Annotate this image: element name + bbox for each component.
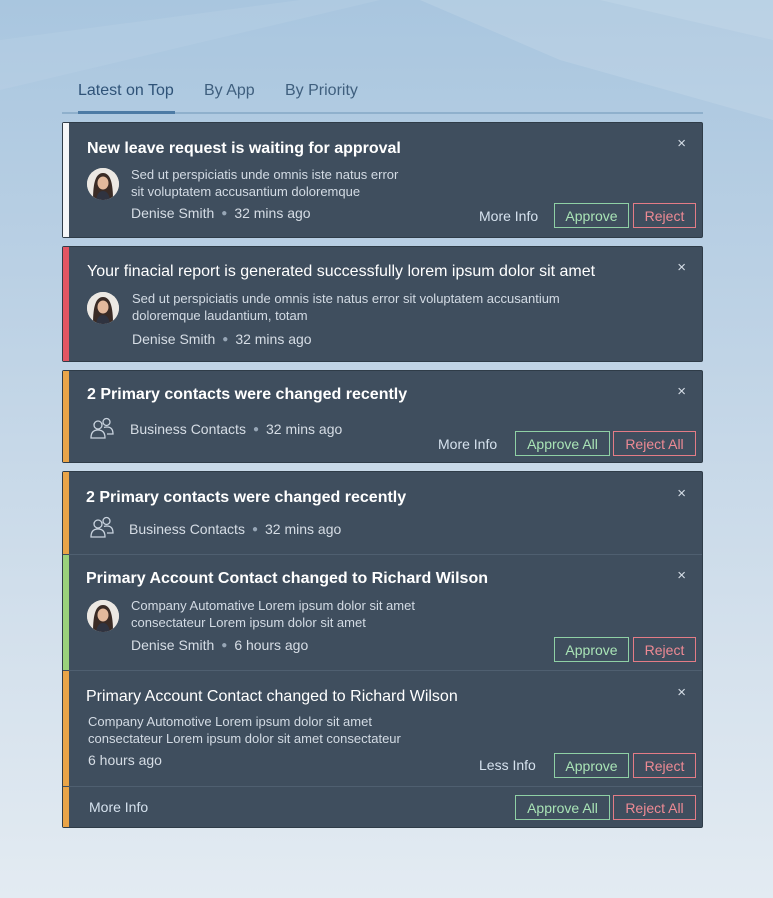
priority-stripe: [63, 671, 69, 786]
reject-button[interactable]: Reject: [633, 637, 696, 662]
author-name: Denise Smith: [132, 331, 216, 347]
more-info-link[interactable]: More Info: [438, 436, 497, 452]
timestamp: 32 mins ago: [234, 205, 311, 221]
approve-button[interactable]: Approve: [554, 637, 629, 662]
avatar: [87, 292, 119, 324]
reject-all-button[interactable]: Reject All: [613, 795, 696, 820]
priority-stripe: [63, 472, 69, 554]
group-item-contact-change[interactable]: Primary Account Contact changed to Richa…: [63, 555, 702, 670]
priority-stripe: [63, 787, 69, 827]
source-app: Business Contacts: [129, 521, 245, 537]
notification-meta: Denise Smith ● 32 mins ago: [131, 205, 311, 221]
priority-stripe: [63, 123, 69, 237]
close-icon[interactable]: ×: [677, 486, 686, 501]
approve-button[interactable]: Approve: [554, 753, 629, 778]
notification-card-financial-report[interactable]: Your finacial report is generated succes…: [62, 246, 703, 362]
priority-stripe: [63, 371, 69, 462]
close-icon[interactable]: ×: [677, 685, 686, 700]
approve-all-button[interactable]: Approve All: [515, 795, 610, 820]
reject-button[interactable]: Reject: [633, 753, 696, 778]
priority-stripe: [63, 555, 69, 670]
timestamp: 32 mins ago: [235, 331, 312, 347]
timestamp: 6 hours ago: [88, 752, 162, 768]
timestamp: 32 mins ago: [265, 521, 342, 537]
more-info-link[interactable]: More Info: [479, 208, 538, 224]
group-footer: More Info Approve All Reject All: [63, 787, 702, 827]
author-name: Denise Smith: [131, 637, 215, 653]
group-header[interactable]: 2 Primary contacts were changed recently…: [63, 472, 702, 554]
reject-button[interactable]: Reject: [633, 203, 696, 228]
avatar: [87, 168, 119, 200]
notification-title: Your finacial report is generated succes…: [87, 263, 596, 280]
people-icon: [90, 516, 114, 538]
notification-card-leave-request[interactable]: New leave request is waiting for approva…: [62, 122, 703, 238]
notification-card-contacts-changed[interactable]: 2 Primary contacts were changed recently…: [62, 370, 703, 463]
timestamp: 32 mins ago: [266, 421, 343, 437]
more-info-link[interactable]: More Info: [89, 799, 148, 815]
close-icon[interactable]: ×: [677, 568, 686, 583]
group-meta: Business Contacts ● 32 mins ago: [129, 521, 342, 537]
notification-title: New leave request is waiting for approva…: [87, 140, 401, 157]
priority-stripe: [63, 247, 69, 361]
people-icon: [90, 417, 114, 439]
less-info-link[interactable]: Less Info: [479, 757, 536, 773]
tab-by-app[interactable]: By App: [204, 82, 255, 100]
tab-latest-on-top[interactable]: Latest on Top: [78, 82, 174, 100]
notification-description: Sed ut perspiciatis unde omnis iste natu…: [132, 291, 560, 323]
tab-bar: Latest on Top By App By Priority: [62, 76, 703, 114]
notification-meta: Business Contacts ● 32 mins ago: [130, 421, 343, 437]
notification-description: Company Automotive Lorem ipsum dolor sit…: [88, 714, 401, 746]
close-icon[interactable]: ×: [677, 136, 686, 151]
group-item-contact-change-expanded[interactable]: Primary Account Contact changed to Richa…: [63, 671, 702, 786]
approve-all-button[interactable]: Approve All: [515, 431, 610, 456]
source-app: Business Contacts: [130, 421, 246, 437]
approve-button[interactable]: Approve: [554, 203, 629, 228]
tab-by-priority[interactable]: By Priority: [285, 82, 358, 100]
notification-title: Primary Account Contact changed to Richa…: [86, 570, 488, 587]
group-title: 2 Primary contacts were changed recently: [86, 489, 407, 506]
notification-title: Primary Account Contact changed to Richa…: [86, 688, 458, 705]
active-tab-indicator: [78, 111, 175, 114]
close-icon[interactable]: ×: [677, 260, 686, 275]
notification-description: Sed ut perspiciatis unde omnis iste natu…: [131, 167, 399, 199]
notification-group-contacts: 2 Primary contacts were changed recently…: [62, 471, 703, 828]
notification-title: 2 Primary contacts were changed recently: [87, 386, 408, 403]
notification-meta: Denise Smith ● 6 hours ago: [131, 637, 309, 653]
notification-meta: Denise Smith ● 32 mins ago: [132, 331, 312, 347]
author-name: Denise Smith: [131, 205, 215, 221]
close-icon[interactable]: ×: [677, 384, 686, 399]
avatar: [87, 600, 119, 632]
timestamp: 6 hours ago: [234, 637, 309, 653]
notification-description: Company Automative Lorem ipsum dolor sit…: [131, 598, 415, 630]
reject-all-button[interactable]: Reject All: [613, 431, 696, 456]
